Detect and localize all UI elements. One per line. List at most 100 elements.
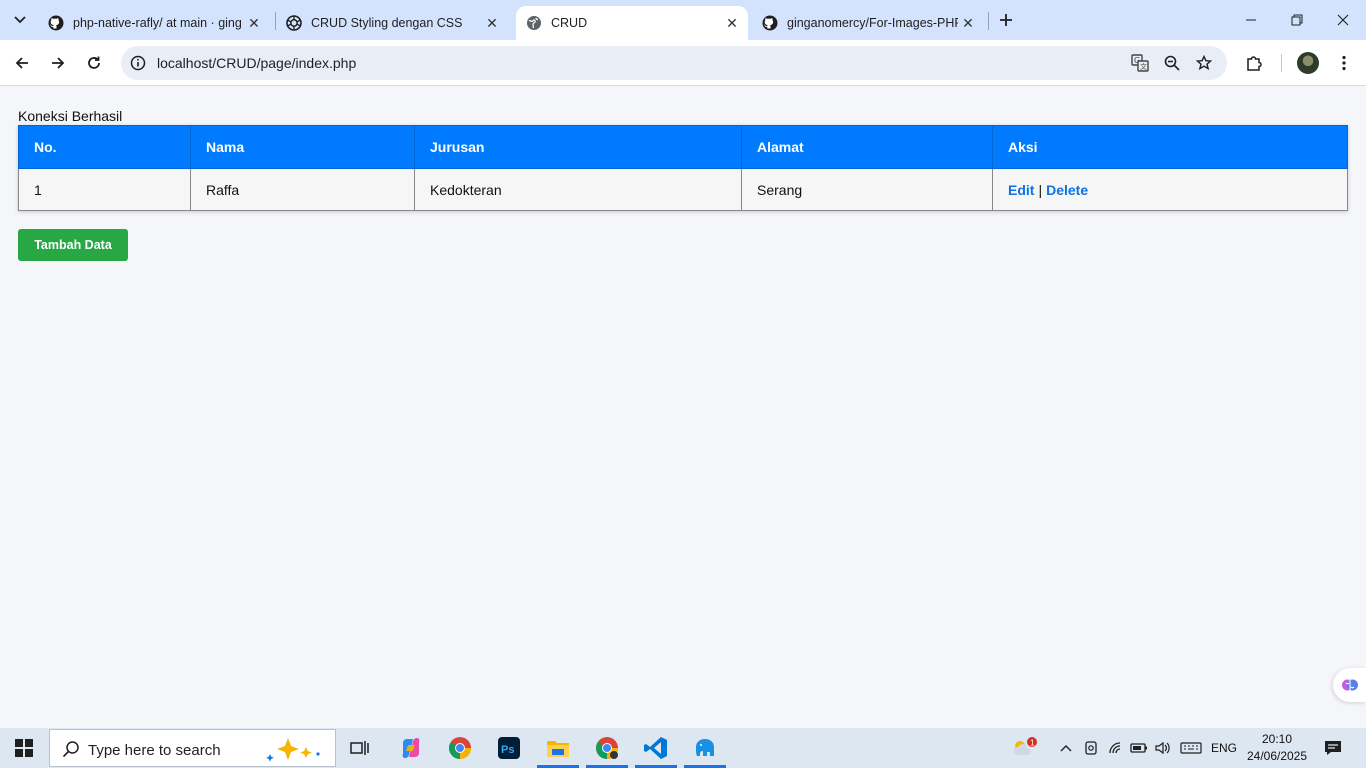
elephant-icon	[696, 739, 714, 756]
github-icon	[48, 15, 64, 31]
tab-title: php-native-rafly/ at main · ging	[73, 16, 242, 30]
notification-icon	[1325, 741, 1341, 755]
delete-link[interactable]: Delete	[1046, 182, 1088, 198]
tab-title: CRUD Styling dengan CSS	[311, 16, 463, 30]
touch-keyboard-icon[interactable]	[1178, 728, 1204, 768]
page-content: Koneksi Berhasil No. Nama Jurusan Alamat…	[0, 87, 1366, 728]
tab-php-native-rafly[interactable]: php-native-rafly/ at main · ging ✕	[38, 6, 270, 40]
start-button[interactable]	[0, 728, 48, 768]
forward-button[interactable]	[44, 49, 72, 77]
weather-widget[interactable]: 1	[1008, 728, 1040, 768]
arrow-right-icon	[52, 57, 65, 69]
tab-search-button[interactable]	[6, 6, 34, 34]
cell-jurusan: Kedokteran	[414, 168, 742, 211]
taskbar-copilot[interactable]	[388, 728, 434, 768]
language-indicator[interactable]: ENG	[1208, 728, 1240, 768]
cell-alamat: Serang	[741, 168, 993, 211]
battery-icon[interactable]	[1128, 728, 1150, 768]
vscode-icon	[644, 737, 667, 759]
svg-text:Ps: Ps	[501, 744, 514, 756]
back-button[interactable]	[8, 49, 36, 77]
tab-title: ginganomercy/For-Images-PHP	[787, 16, 958, 30]
tab-for-images-php[interactable]: ginganomercy/For-Images-PHP ✕	[752, 6, 984, 40]
minimize-button[interactable]	[1228, 0, 1274, 40]
minimize-icon	[1246, 19, 1256, 21]
tab-crud-styling[interactable]: CRUD Styling dengan CSS ✕	[276, 6, 508, 40]
cell-aksi: Edit | Delete	[992, 168, 1348, 211]
folder-icon	[547, 741, 569, 757]
url-text: localhost/CRUD/page/index.php	[157, 55, 357, 71]
taskbar-php-elephant[interactable]	[682, 728, 728, 768]
windows-logo-icon	[15, 739, 33, 757]
weather-cloud-icon: 1	[1013, 737, 1037, 755]
chevron-up-icon	[1060, 745, 1072, 752]
weather-badge: 1	[1030, 739, 1035, 748]
svg-text:文: 文	[1140, 62, 1147, 71]
taskbar-search-box[interactable]: Type here to search	[49, 729, 336, 767]
volume-icon[interactable]	[1152, 728, 1174, 768]
show-hidden-icons[interactable]	[1056, 728, 1076, 768]
column-header-jurusan: Jurusan	[414, 125, 742, 169]
translate-icon[interactable]: G文	[1129, 53, 1151, 73]
search-placeholder: Type here to search	[88, 742, 221, 759]
add-data-button[interactable]: Tambah Data	[18, 229, 128, 261]
photoshop-icon: Ps	[498, 737, 520, 759]
table-header-row: No. Nama Jurusan Alamat Aksi	[18, 125, 1348, 169]
edit-link[interactable]: Edit	[1008, 182, 1034, 198]
browser-tab-bar: php-native-rafly/ at main · ging ✕ CRUD …	[0, 0, 1366, 40]
reload-icon	[88, 56, 100, 69]
task-view-icon	[350, 741, 369, 755]
browser-toolbar: localhost/CRUD/page/index.php G文	[0, 40, 1366, 86]
taskbar-vscode[interactable]	[633, 728, 679, 768]
arrow-left-icon	[15, 57, 28, 69]
chrome-icon	[596, 737, 618, 759]
task-view-button[interactable]	[337, 728, 383, 768]
restore-icon	[1291, 14, 1303, 26]
network-icon[interactable]	[1105, 728, 1127, 768]
brain-icon	[1341, 679, 1358, 691]
clock-time: 20:10	[1261, 732, 1293, 746]
table-row: 1 Raffa Kedokteran Serang Edit | Delete	[18, 168, 1348, 211]
profile-avatar[interactable]	[1297, 52, 1319, 74]
notification-center-button[interactable]	[1320, 728, 1346, 768]
side-extension-button[interactable]	[1333, 668, 1366, 702]
more-vertical-icon	[1342, 55, 1346, 71]
taskbar-chrome[interactable]	[437, 728, 483, 768]
taskbar-file-explorer[interactable]	[535, 728, 581, 768]
column-header-alamat: Alamat	[741, 125, 993, 169]
puzzle-icon	[1247, 56, 1262, 71]
globe-icon	[526, 15, 542, 31]
github-icon	[762, 15, 778, 31]
zoom-icon[interactable]	[1161, 53, 1183, 73]
close-tab-icon[interactable]: ✕	[958, 13, 978, 33]
close-tab-icon[interactable]: ✕	[244, 13, 264, 33]
windows-taskbar: Type here to search Ps 1 ENG 20:10 24/06…	[0, 728, 1366, 768]
taskbar-photoshop[interactable]: Ps	[486, 728, 532, 768]
reload-button[interactable]	[80, 49, 108, 77]
meet-now-icon[interactable]	[1081, 728, 1101, 768]
close-icon	[1337, 14, 1349, 26]
system-clock[interactable]: 20:10 24/06/2025	[1244, 731, 1310, 765]
site-info-icon[interactable]	[129, 54, 147, 72]
column-header-nama: Nama	[190, 125, 415, 169]
student-table: No. Nama Jurusan Alamat Aksi 1 Raffa Ked…	[18, 125, 1348, 211]
connection-status-text: Koneksi Berhasil	[18, 108, 123, 124]
close-tab-icon[interactable]: ✕	[482, 13, 502, 33]
cell-no: 1	[18, 168, 191, 211]
browser-menu-button[interactable]	[1330, 49, 1358, 77]
close-window-button[interactable]	[1320, 0, 1366, 40]
plus-icon	[1000, 14, 1012, 26]
taskbar-chrome-profile[interactable]	[584, 728, 630, 768]
restore-button[interactable]	[1274, 0, 1320, 40]
address-bar[interactable]: localhost/CRUD/page/index.php G文	[121, 46, 1227, 80]
action-separator: |	[1038, 181, 1043, 198]
tab-title: CRUD	[551, 16, 588, 30]
tab-crud[interactable]: CRUD ✕	[516, 6, 748, 40]
close-tab-icon[interactable]: ✕	[722, 13, 742, 33]
extensions-button[interactable]	[1240, 49, 1268, 77]
new-tab-button[interactable]	[994, 8, 1018, 32]
openai-icon	[286, 15, 302, 31]
bookmark-star-icon[interactable]	[1193, 53, 1215, 73]
toolbar-separator	[1281, 54, 1282, 72]
copilot-sparkle-icon	[266, 738, 320, 762]
